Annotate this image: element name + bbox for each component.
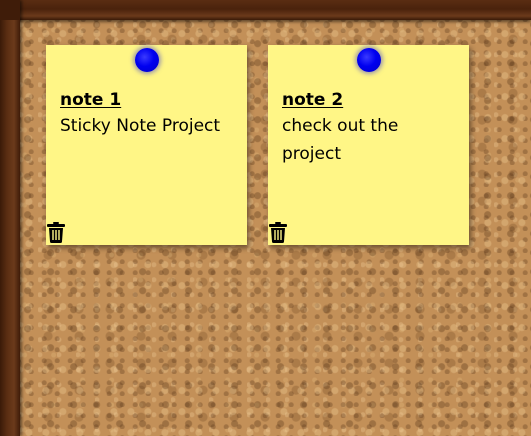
note-body[interactable]: Sticky Note Project [60, 112, 235, 140]
note-title[interactable]: note 2 [282, 89, 343, 111]
pushpin-icon [135, 48, 159, 72]
cork-board: note 1 Sticky Note Project note 2 check … [0, 0, 531, 436]
note-body[interactable]: check out the project [282, 112, 457, 168]
sticky-note[interactable]: note 1 Sticky Note Project [46, 45, 247, 245]
note-title[interactable]: note 1 [60, 89, 121, 111]
board-frame-top [0, 0, 531, 20]
sticky-note[interactable]: note 2 check out the project [268, 45, 469, 245]
pushpin-icon [357, 48, 381, 72]
board-frame-corner [0, 0, 20, 20]
board-frame-left [0, 0, 20, 436]
trash-icon[interactable] [269, 222, 287, 243]
trash-icon[interactable] [47, 222, 65, 243]
